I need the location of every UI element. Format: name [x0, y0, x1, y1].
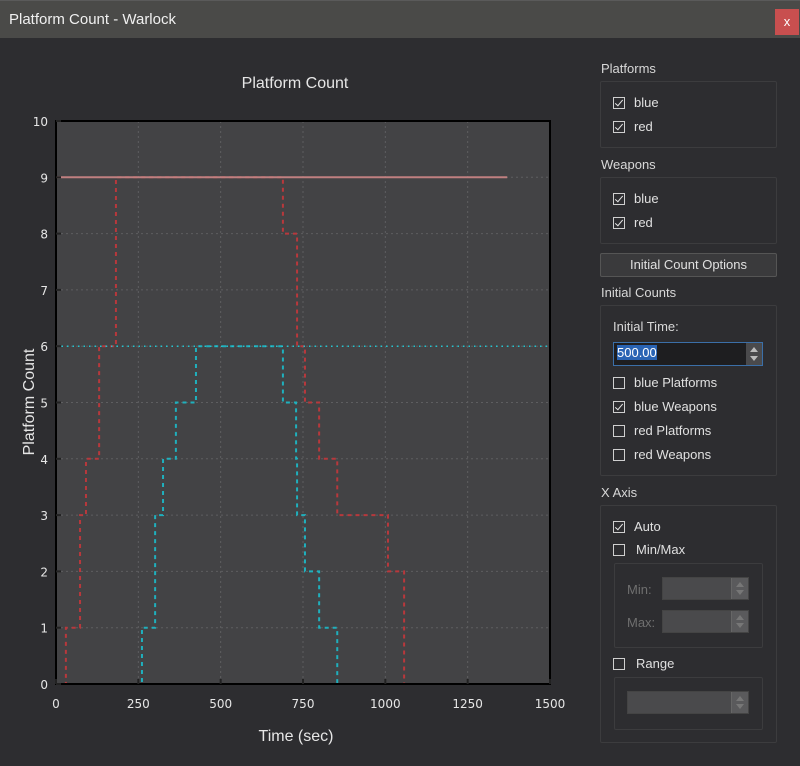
checkbox-unchecked-icon	[613, 448, 625, 461]
checkbox-checked-icon	[613, 520, 625, 533]
minmax-group	[614, 563, 763, 648]
max-spinbox[interactable]	[662, 610, 749, 633]
checkbox-checked-icon	[613, 192, 625, 205]
checkbox-label: Auto	[634, 519, 661, 534]
y-tick-label: 1	[40, 622, 48, 636]
x-tick-label: 0	[52, 697, 60, 711]
checkbox-label: blue	[634, 191, 659, 206]
x-axis-auto-checkbox[interactable]: Auto	[613, 519, 661, 534]
checkbox-unchecked-icon	[613, 376, 625, 389]
checkbox-label: red Platforms	[634, 423, 712, 438]
initial-time-spinbox[interactable]: 500.00	[613, 342, 763, 366]
platforms-blue-checkbox[interactable]: blue	[613, 95, 659, 110]
checkbox-checked-icon	[613, 216, 625, 229]
spin-arrows[interactable]	[731, 611, 748, 632]
spin-arrows[interactable]	[731, 578, 748, 599]
y-tick-label: 2	[40, 565, 48, 579]
checkbox-label: red	[634, 119, 653, 134]
spin-up-icon[interactable]	[736, 696, 744, 701]
spin-up-icon[interactable]	[750, 347, 758, 352]
x-tick-label: 500	[209, 697, 232, 711]
platforms-section-label: Platforms	[601, 61, 656, 76]
max-label: Max:	[627, 615, 656, 630]
y-tick-label: 5	[40, 397, 48, 411]
checkbox-label: blue Platforms	[634, 375, 718, 390]
y-axis-label: Platform Count	[21, 348, 38, 455]
x-axis-label: Time (sec)	[259, 728, 334, 745]
spin-down-icon[interactable]	[736, 623, 744, 628]
y-tick-label: 7	[40, 284, 48, 298]
min-input[interactable]	[663, 578, 732, 599]
x-tick-label: 750	[292, 697, 315, 711]
checkbox-label: blue	[634, 95, 659, 110]
checkbox-checked-icon	[613, 120, 625, 133]
spin-up-icon[interactable]	[736, 615, 744, 620]
close-button[interactable]: x	[775, 9, 799, 35]
weapons-blue-checkbox[interactable]: blue	[613, 191, 659, 206]
checkbox-unchecked-icon	[613, 424, 625, 437]
y-tick-label: 8	[40, 228, 48, 242]
checkbox-label: blue Weapons	[634, 399, 717, 414]
x-tick-label: 250	[127, 697, 150, 711]
y-tick-label: 4	[40, 453, 48, 467]
range-input[interactable]	[628, 692, 732, 713]
max-input[interactable]	[663, 611, 732, 632]
spin-down-icon[interactable]	[736, 704, 744, 709]
y-tick-label: 3	[40, 509, 48, 523]
platforms-red-checkbox[interactable]: red	[613, 119, 653, 134]
x-tick-label: 1250	[452, 697, 483, 711]
initial-time-value: 500.00	[617, 345, 657, 360]
checkbox-checked-icon	[613, 96, 625, 109]
spin-down-icon[interactable]	[736, 590, 744, 595]
red-platforms-checkbox[interactable]: red Platforms	[613, 423, 711, 438]
checkbox-label: red Weapons	[634, 447, 712, 462]
range-spinbox[interactable]	[627, 691, 749, 714]
blue-platforms-checkbox[interactable]: blue Platforms	[613, 375, 717, 390]
y-tick-label: 10	[33, 115, 48, 129]
checkbox-unchecked-icon	[613, 657, 625, 670]
min-spinbox[interactable]	[662, 577, 749, 600]
spin-arrows[interactable]	[731, 692, 748, 713]
y-tick-label: 0	[40, 678, 48, 692]
spin-arrows[interactable]	[746, 343, 762, 365]
spin-up-icon[interactable]	[736, 582, 744, 587]
platforms-group	[600, 81, 777, 148]
x-axis-range-checkbox[interactable]: Range	[613, 656, 674, 671]
x-axis-section-label: X Axis	[601, 485, 638, 500]
initial-counts-section-label: Initial Counts	[601, 285, 677, 300]
window-titlebar: Platform Count - Warlock x	[0, 0, 800, 38]
checkbox-unchecked-icon	[613, 543, 625, 556]
y-tick-label: 6	[40, 340, 48, 354]
window-title: Platform Count - Warlock	[9, 11, 176, 28]
y-tick-label: 9	[40, 171, 48, 185]
spin-down-icon[interactable]	[750, 356, 758, 361]
checkbox-label: Min/Max	[636, 542, 686, 557]
chart-title: Platform Count	[242, 75, 349, 92]
x-tick-label: 1000	[370, 697, 401, 711]
platform-count-chart: Platform Count 0 250 500 750 1000 1250 1500 0 1…	[21, 75, 566, 745]
checkbox-label: Range	[636, 656, 675, 671]
checkbox-label: red	[634, 215, 653, 230]
weapons-red-checkbox[interactable]: red	[613, 215, 653, 230]
initial-count-options-button[interactable]: Initial Count Options	[600, 253, 777, 277]
x-axis-minmax-checkbox[interactable]: Min/Max	[613, 542, 685, 557]
red-weapons-checkbox[interactable]: red Weapons	[613, 447, 711, 462]
weapons-section-label: Weapons	[601, 157, 656, 172]
initial-time-input[interactable]: 500.00	[614, 343, 746, 365]
x-tick-label: 1500	[535, 697, 566, 711]
initial-time-label: Initial Time:	[613, 319, 679, 334]
weapons-group	[600, 177, 777, 244]
min-label: Min:	[627, 582, 652, 597]
blue-weapons-checkbox[interactable]: blue Weapons	[613, 399, 717, 414]
checkbox-checked-icon	[613, 400, 625, 413]
